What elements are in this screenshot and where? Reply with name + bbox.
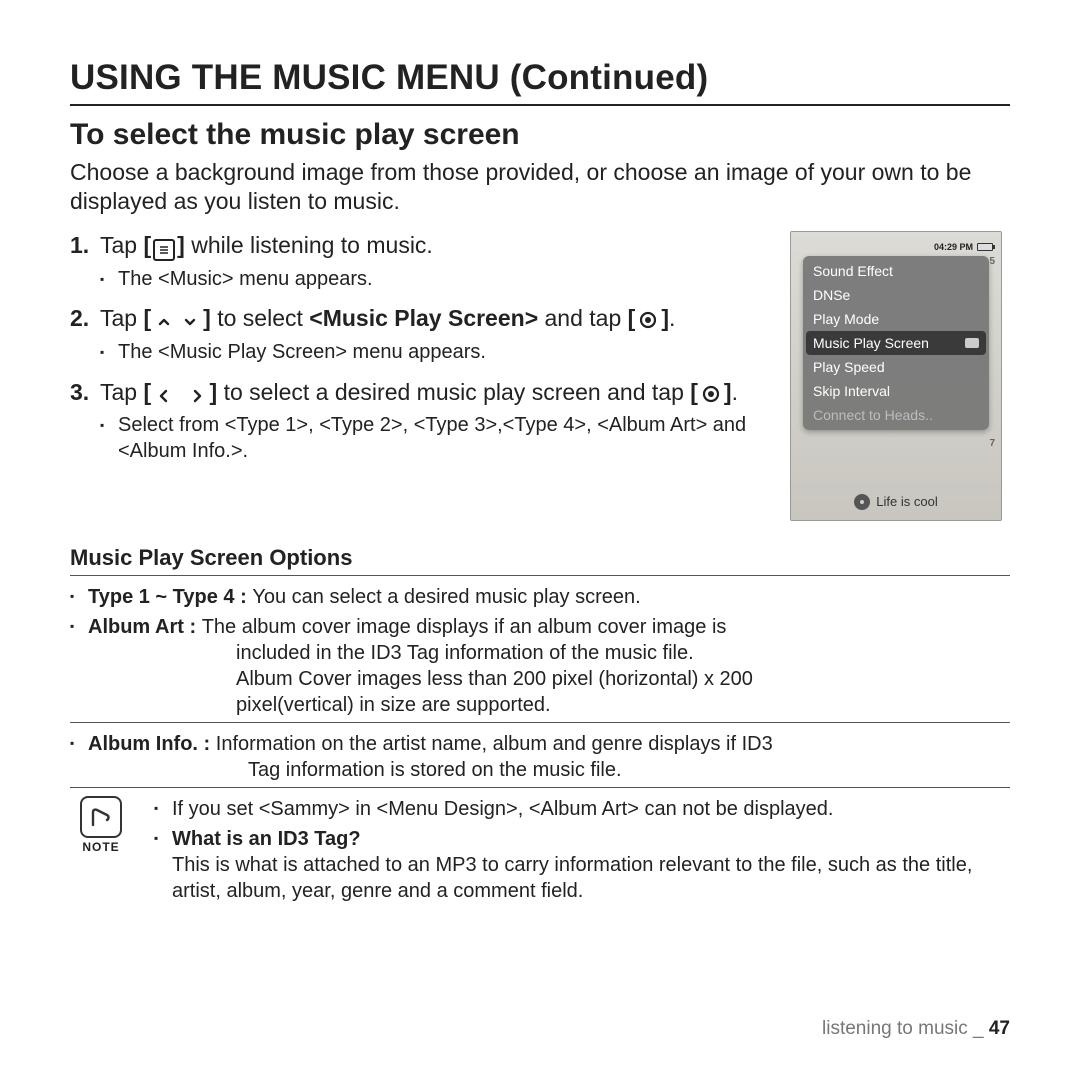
step-3-post: . [732,379,738,405]
device-time: 04:29 PM [934,242,973,252]
note-icon [80,796,122,838]
note-label: NOTE [70,840,132,854]
device-mock: 04:29 PM 5 Sound Effect DNSe Play Mode M… [790,231,1002,521]
options-rule-top [70,575,1010,576]
device-status-bar: 04:29 PM [799,242,993,252]
device-menu: Sound Effect DNSe Play Mode Music Play S… [803,256,989,430]
chevron-up-icon [153,311,175,333]
device-side-bottom: 7 [989,438,995,449]
note-2: What is an ID3 Tag? This is what is atta… [154,826,1010,904]
menu-item-0: Sound Effect [803,259,989,283]
menu-item-6: Connect to Heads.. [803,403,989,427]
options-list-2: Album Info. : Information on the artist … [70,731,1010,783]
steps-list: Tap [] while listening to music. The <Mu… [70,231,764,464]
options-list: Type 1 ~ Type 4 : You can select a desir… [70,584,1010,718]
device-now-playing: Life is cool [791,494,1001,510]
note-2-a: This is what is attached to an MP3 to ca… [172,854,972,902]
step-2-pre: Tap [100,305,143,331]
menu-item-3-selected: Music Play Screen [806,331,986,355]
disc-icon [854,494,870,510]
now-playing-title: Life is cool [876,494,937,509]
step-3: Tap [ ] to select a desired music play s… [70,378,764,465]
title-rule [70,104,1010,106]
step-1: Tap [] while listening to music. The <Mu… [70,231,764,293]
options-rule-bottom [70,787,1010,788]
step-2-post: . [669,305,675,331]
ok-icon [637,309,659,331]
step-2-bold: <Music Play Screen> [309,305,538,331]
note-block: NOTE If you set <Sammy> in <Menu Design>… [70,796,1010,908]
step-1-post: while listening to music. [185,232,433,258]
footer-section: listening to music [822,1018,968,1039]
page-footer: listening to music _ 47 [822,1018,1010,1040]
footer-page: 47 [989,1018,1010,1039]
page-title: USING THE MUSIC MENU (Continued) [70,58,1010,98]
step-3-pre: Tap [100,379,143,405]
menu-icon [153,239,175,261]
menu-item-2: Play Mode [803,307,989,331]
step-3-sub: Select from <Type 1>, <Type 2>, <Type 3>… [100,413,764,464]
opt-type: Type 1 ~ Type 4 : You can select a desir… [70,584,1010,610]
battery-icon [977,243,993,251]
step-2-m1: to select [211,305,309,331]
ok-icon-2 [700,383,722,405]
step-2: Tap [] to select <Music Play Screen> and… [70,304,764,365]
chevron-right-icon [186,385,208,407]
section-heading: To select the music play screen [70,118,1010,152]
step-1-sub: The <Music> menu appears. [100,267,764,293]
chevron-left-icon [153,385,175,407]
chevron-down-icon [179,311,201,333]
menu-item-4: Play Speed [803,355,989,379]
opt-albuminfo: Album Info. : Information on the artist … [70,731,1010,783]
opt-albumart: Album Art : The album cover image displa… [70,614,1010,718]
step-2-m2: and tap [538,305,628,331]
options-rule-mid [70,722,1010,723]
menu-item-1: DNSe [803,283,989,307]
footer-sep: _ [968,1018,989,1039]
options-heading: Music Play Screen Options [70,545,1010,571]
note-2-q: What is an ID3 Tag? [172,828,361,850]
step-1-pre: Tap [100,232,143,258]
note-1: If you set <Sammy> in <Menu Design>, <Al… [154,796,1010,822]
thumb-icon [965,338,979,348]
step-3-m1: to select a desired music play screen an… [217,379,690,405]
device-side-top: 5 [989,256,995,267]
menu-item-5: Skip Interval [803,379,989,403]
intro-text: Choose a background image from those pro… [70,158,1010,217]
step-2-sub: The <Music Play Screen> menu appears. [100,340,764,366]
